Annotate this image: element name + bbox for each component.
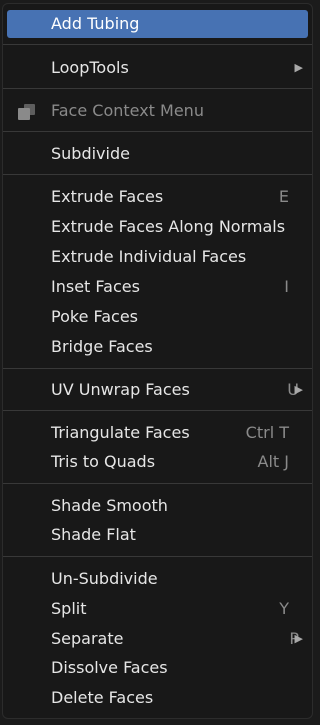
- separator: [3, 44, 312, 45]
- menu-item-subdivide[interactable]: Subdivide: [7, 140, 308, 168]
- menu-item-separate[interactable]: Separate P ▶: [7, 625, 308, 653]
- menu-item-label: Separate: [51, 629, 124, 648]
- menu-item-label: Split: [51, 599, 87, 618]
- separator: [3, 174, 312, 175]
- separator: [3, 88, 312, 89]
- menu-item-shade-flat[interactable]: Shade Flat: [7, 521, 308, 549]
- menu-item-label: Poke Faces: [51, 307, 139, 326]
- menu-item-add-tubing[interactable]: Add Tubing: [7, 10, 308, 38]
- shortcut-label: I: [284, 277, 289, 296]
- menu-header-label: Face Context Menu: [51, 101, 204, 120]
- menu-item-shade-smooth[interactable]: Shade Smooth: [7, 492, 308, 520]
- menu-item-triangulate-faces[interactable]: Triangulate Faces Ctrl T: [7, 419, 308, 447]
- menu-item-extrude-along-normals[interactable]: Extrude Faces Along Normals: [7, 213, 308, 241]
- menu-item-label: Dissolve Faces: [51, 658, 168, 677]
- submenu-arrow-icon: ▶: [294, 383, 303, 396]
- menu-item-label: Extrude Individual Faces: [51, 247, 247, 266]
- menu-item-uv-unwrap[interactable]: UV Unwrap Faces U ▶: [7, 376, 308, 404]
- menu-item-dissolve-faces[interactable]: Dissolve Faces: [7, 654, 308, 682]
- menu-item-label: Extrude Faces: [51, 187, 164, 206]
- menu-header-face-context-menu: Face Context Menu: [7, 97, 308, 125]
- submenu-arrow-icon: ▶: [294, 632, 303, 645]
- separator: [3, 483, 312, 484]
- menu-item-label: Subdivide: [51, 144, 130, 163]
- shortcut-label: Y: [279, 599, 289, 618]
- menu-item-label: Add Tubing: [51, 14, 140, 33]
- face-context-menu: Add Tubing LoopTools ▶ Face Context Menu…: [2, 3, 313, 719]
- menu-item-bridge-faces[interactable]: Bridge Faces: [7, 333, 308, 361]
- menu-item-label: Un-Subdivide: [51, 569, 158, 588]
- menu-item-label: Tris to Quads: [51, 452, 156, 471]
- menu-item-label: Inset Faces: [51, 277, 140, 296]
- menu-item-un-subdivide[interactable]: Un-Subdivide: [7, 565, 308, 593]
- menu-item-looptools[interactable]: LoopTools ▶: [7, 54, 308, 82]
- submenu-arrow-icon: ▶: [294, 61, 303, 74]
- separator: [3, 556, 312, 557]
- menu-item-label: Shade Smooth: [51, 496, 168, 515]
- menu-item-label: UV Unwrap Faces: [51, 380, 190, 399]
- menu-item-label: LoopTools: [51, 58, 129, 77]
- menu-item-label: Shade Flat: [51, 525, 136, 544]
- shortcut-label: Alt J: [257, 452, 289, 471]
- menu-item-label: Extrude Faces Along Normals: [51, 217, 286, 236]
- menu-item-label: Delete Faces: [51, 688, 154, 707]
- menu-item-delete-faces[interactable]: Delete Faces: [7, 684, 308, 712]
- shortcut-label: E: [278, 187, 289, 206]
- menu-item-label: Bridge Faces: [51, 337, 153, 356]
- menu-item-extrude-faces[interactable]: Extrude Faces E: [7, 183, 308, 211]
- separator: [3, 368, 312, 369]
- menu-item-split[interactable]: Split Y: [7, 595, 308, 623]
- separator: [3, 410, 312, 411]
- face-select-icon: [18, 104, 35, 120]
- menu-item-label: Triangulate Faces: [51, 423, 190, 442]
- separator: [3, 131, 312, 132]
- menu-item-tris-to-quads[interactable]: Tris to Quads Alt J: [7, 448, 308, 476]
- menu-item-poke-faces[interactable]: Poke Faces: [7, 303, 308, 331]
- menu-item-extrude-individual[interactable]: Extrude Individual Faces: [7, 243, 308, 271]
- menu-item-inset-faces[interactable]: Inset Faces I: [7, 273, 308, 301]
- shortcut-label: Ctrl T: [245, 423, 289, 442]
